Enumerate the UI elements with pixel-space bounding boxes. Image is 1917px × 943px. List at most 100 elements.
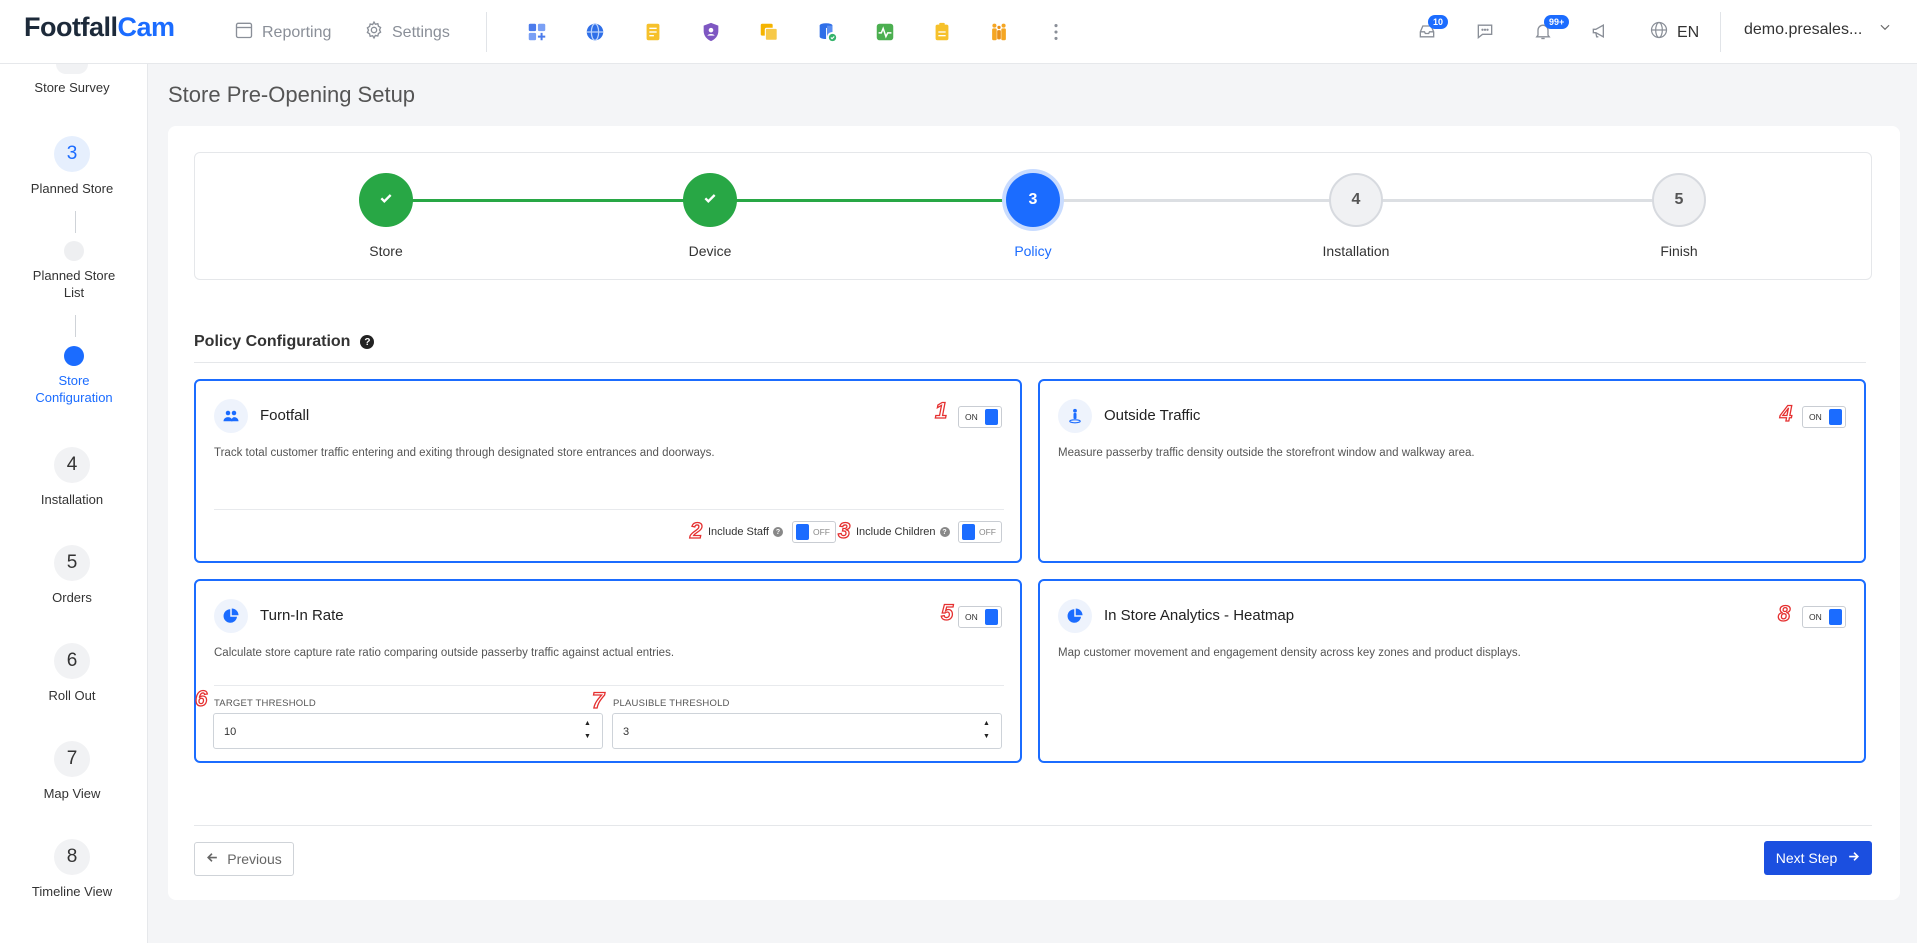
street-view-icon <box>1058 399 1092 433</box>
user-menu[interactable]: demo.presales... <box>1744 20 1892 39</box>
plausible-threshold-input[interactable]: 3 ▲ ▼ <box>612 713 1002 749</box>
arrow-down-icon[interactable]: ▼ <box>584 733 592 741</box>
step-circle-done <box>683 173 737 227</box>
dashboard-add-icon[interactable] <box>524 19 550 45</box>
nav-reporting[interactable]: Reporting <box>234 20 331 45</box>
step-label: Policy <box>1014 243 1052 259</box>
sidebar-step-circle: 7 <box>54 741 90 777</box>
step-finish[interactable]: 5 Finish <box>1609 173 1749 259</box>
calendar-icon <box>234 20 254 45</box>
toggle-state: OFF <box>813 527 830 537</box>
arrow-down-icon[interactable]: ▼ <box>983 733 991 741</box>
sidebar-item-map-view[interactable]: 7 Map View <box>0 741 144 802</box>
check-icon <box>378 190 394 211</box>
shield-user-icon[interactable] <box>698 19 724 45</box>
heatmap-toggle[interactable]: ON <box>1802 606 1846 628</box>
annotation-marker: 4 <box>1779 401 1793 426</box>
divider <box>194 825 1872 826</box>
sidebar-item-store-configuration[interactable]: Store Configuration <box>2 346 146 406</box>
step-policy[interactable]: 3 Policy <box>963 173 1103 259</box>
sidebar-item-planned-store[interactable]: 3 Planned Store <box>0 136 144 197</box>
policy-card-heatmap: In Store Analytics - Heatmap Map custome… <box>1038 579 1866 763</box>
sidebar-item-label: Store Configuration <box>35 373 113 405</box>
outside-traffic-toggle[interactable]: ON <box>1802 406 1846 428</box>
sidebar-item-orders[interactable]: 5 Orders <box>0 545 144 606</box>
database-check-icon[interactable] <box>814 19 840 45</box>
nav-settings[interactable]: Settings <box>364 20 450 45</box>
step-store[interactable]: Store <box>316 173 456 259</box>
sidebar-item-timeline-view[interactable]: 8 Timeline View <box>0 839 144 900</box>
target-threshold-input[interactable]: 10 ▲ ▼ <box>213 713 603 749</box>
sidebar-item-installation[interactable]: 4 Installation <box>0 447 144 508</box>
globe-icon[interactable] <box>582 19 608 45</box>
battery-icon[interactable] <box>929 19 955 45</box>
language-label: EN <box>1677 23 1700 41</box>
pie-chart-icon <box>1058 599 1092 633</box>
more-vertical-icon[interactable] <box>1043 19 1069 45</box>
sidebar-item-label: Installation <box>40 492 104 507</box>
step-installation[interactable]: 4 Installation <box>1286 173 1426 259</box>
logo-text-part1: Footfall <box>24 12 118 42</box>
divider <box>486 12 487 52</box>
megaphone-icon[interactable] <box>1588 19 1612 43</box>
number-stepper[interactable]: ▲ ▼ <box>584 720 592 741</box>
sidebar-item-label: Store Survey <box>34 80 110 95</box>
include-children-toggle[interactable]: OFF <box>958 521 1002 543</box>
tray-badge: 10 <box>1428 15 1449 29</box>
step-label: Installation <box>1322 243 1390 259</box>
next-step-button[interactable]: Next Step <box>1764 841 1872 875</box>
annotation-marker: 1 <box>934 398 948 423</box>
arrow-up-icon[interactable]: ▲ <box>983 720 991 728</box>
annotation-marker: 7 <box>591 688 605 713</box>
sidebar-item-label: Map View <box>43 786 101 801</box>
toggle-state: OFF <box>979 527 996 537</box>
help-icon[interactable]: ? <box>772 527 783 537</box>
notifications-badge: 99+ <box>1544 15 1570 29</box>
footfallcam-logo[interactable]: FootfallCam <box>24 12 175 43</box>
help-icon[interactable]: ? <box>360 335 375 349</box>
toggle-knob <box>1829 409 1842 425</box>
sidebar-item-store-survey[interactable]: Store Survey <box>0 79 144 96</box>
turn-in-rate-toggle[interactable]: ON <box>958 606 1002 628</box>
sidebar-item-roll-out[interactable]: 6 Roll Out <box>0 643 144 704</box>
user-name: demo.presales... <box>1744 20 1863 38</box>
next-step-label: Next Step <box>1775 850 1838 866</box>
plausible-threshold-label: PLAUSIBLE THRESHOLD <box>613 698 730 709</box>
pie-chart-icon <box>214 599 248 633</box>
check-icon <box>702 190 718 211</box>
sidebar-connector <box>75 315 76 337</box>
chat-icon[interactable] <box>1473 19 1497 43</box>
sidebar-item-label: Planned Store <box>30 181 114 196</box>
step-label: Device <box>688 243 732 259</box>
divider <box>214 509 1004 510</box>
sidebar-item-planned-store-list[interactable]: Planned Store List <box>2 241 146 301</box>
sidebar-item-label: Roll Out <box>48 688 96 703</box>
sidebar-step-circle: 6 <box>54 643 90 679</box>
copy-icon[interactable] <box>756 19 782 45</box>
top-bar: FootfallCam Reporting Settings 10 99+ EN… <box>0 0 1917 64</box>
sidebar-step-circle <box>56 64 88 74</box>
annotation-marker: 6 <box>194 686 208 711</box>
arrow-up-icon[interactable]: ▲ <box>584 720 592 728</box>
number-stepper[interactable]: ▲ ▼ <box>983 720 991 741</box>
sidebar-step-circle: 3 <box>54 136 90 172</box>
include-staff-toggle[interactable]: OFF <box>792 521 836 543</box>
toggle-knob <box>962 524 975 540</box>
step-device[interactable]: Device <box>640 173 780 259</box>
footfall-toggle[interactable]: ON <box>958 406 1002 428</box>
activity-chart-icon[interactable] <box>872 19 898 45</box>
toggle-state: ON <box>965 412 978 422</box>
people-group-icon[interactable] <box>986 19 1012 45</box>
toggle-state: ON <box>965 612 978 622</box>
help-icon[interactable]: ? <box>939 527 950 537</box>
divider <box>194 362 1866 363</box>
card-description: Track total customer traffic entering an… <box>214 447 715 459</box>
notepad-icon[interactable] <box>640 19 666 45</box>
step-label: Finish <box>1660 243 1698 259</box>
previous-button[interactable]: Previous <box>194 842 294 876</box>
nav-settings-label: Settings <box>392 23 450 41</box>
include-staff-label: Include Staff? <box>708 526 783 538</box>
include-children-label: Include Children? <box>856 526 950 538</box>
toggle-knob <box>796 524 809 540</box>
language-selector[interactable]: EN <box>1649 20 1699 45</box>
